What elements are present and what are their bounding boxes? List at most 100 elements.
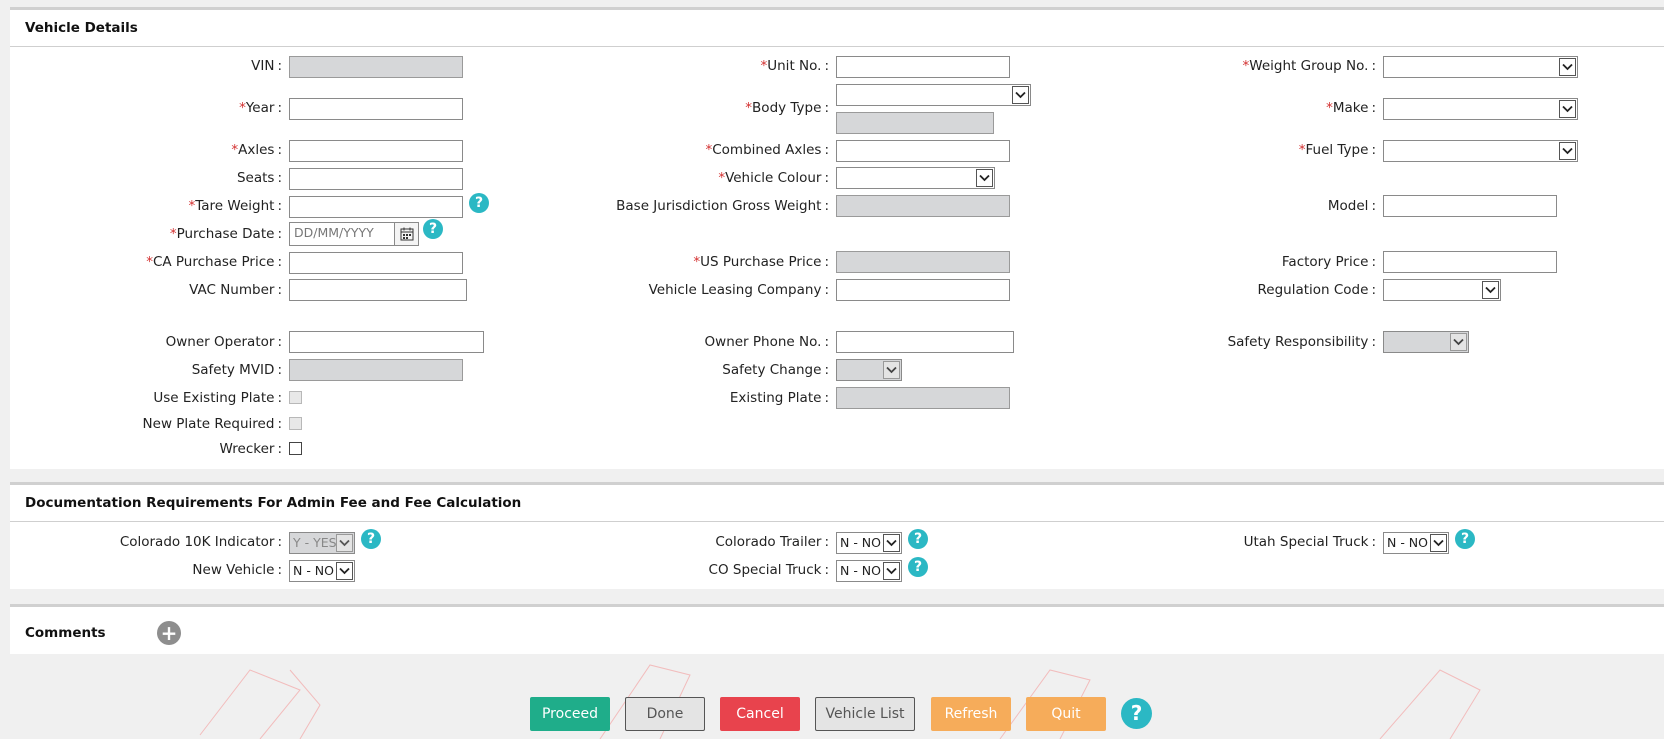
chevron-down-icon	[336, 534, 353, 552]
chevron-down-icon	[336, 562, 353, 580]
calendar-icon[interactable]	[394, 223, 418, 245]
purchase-date-placeholder: DD/MM/YYYY	[294, 225, 374, 240]
vin-label: VIN:	[251, 58, 282, 74]
vehicle-leasing-company-input[interactable]	[836, 279, 1010, 301]
unit-no-label: *Unit No.:	[760, 58, 830, 74]
new-plate-required-checkbox[interactable]	[289, 417, 302, 430]
chevron-down-icon	[1450, 333, 1467, 351]
factory-price-input[interactable]	[1383, 251, 1557, 273]
safety-mvid-label: Safety MVID:	[191, 362, 282, 378]
new-vehicle-value: N - NO	[293, 563, 334, 578]
combined-axles-label: *Combined Axles:	[705, 142, 829, 158]
us-purchase-price-label: *US Purchase Price:	[693, 254, 829, 270]
tare-weight-input[interactable]	[289, 196, 463, 218]
combined-axles-input[interactable]	[836, 140, 1010, 162]
tare-weight-help-icon[interactable]: ?	[469, 193, 489, 213]
chevron-down-icon	[1559, 58, 1576, 76]
factory-price-label: Factory Price:	[1281, 254, 1376, 270]
wrecker-label: Wrecker:	[219, 441, 282, 457]
unit-no-input[interactable]	[836, 56, 1010, 78]
cancel-button[interactable]: Cancel	[720, 697, 800, 731]
existing-plate-input[interactable]	[836, 387, 1010, 409]
proceed-button[interactable]: Proceed	[530, 697, 610, 731]
chevron-down-icon	[1430, 534, 1447, 552]
chevron-down-icon	[883, 562, 900, 580]
add-comment-icon[interactable]: +	[157, 621, 181, 645]
utah-special-truck-value: N - NO	[1387, 535, 1428, 550]
utah-special-truck-help-icon[interactable]: ?	[1455, 529, 1475, 549]
help-icon[interactable]: ?	[1121, 698, 1152, 729]
purchase-date-help-icon[interactable]: ?	[423, 219, 443, 239]
year-label: *Year:	[239, 100, 282, 116]
fuel-type-select[interactable]	[1383, 140, 1578, 162]
owner-phone-no-input[interactable]	[836, 331, 1014, 353]
colorado-10k-indicator-label: Colorado 10K Indicator:	[119, 534, 282, 550]
weight-group-no-select[interactable]	[1383, 56, 1578, 78]
co-special-truck-select[interactable]: N - NO	[836, 560, 902, 582]
quit-button[interactable]: Quit	[1026, 697, 1106, 731]
vehicle-list-button[interactable]: Vehicle List	[815, 697, 915, 731]
co-special-truck-help-icon[interactable]: ?	[908, 557, 928, 577]
vehicle-colour-select[interactable]	[836, 167, 995, 189]
us-purchase-price-input[interactable]	[836, 251, 1010, 273]
refresh-button[interactable]: Refresh	[931, 697, 1011, 731]
documentation-title: Documentation Requirements For Admin Fee…	[25, 495, 522, 511]
use-existing-plate-label: Use Existing Plate:	[153, 390, 282, 406]
colorado-10k-indicator-select[interactable]: Y - YES	[289, 532, 355, 554]
year-input[interactable]	[289, 98, 463, 120]
co-special-truck-label: CO Special Truck:	[708, 562, 829, 578]
model-input[interactable]	[1383, 195, 1557, 217]
use-existing-plate-checkbox[interactable]	[289, 391, 302, 404]
colorado-trailer-label: Colorado Trailer:	[715, 534, 829, 550]
safety-responsibility-label: Safety Responsibility:	[1227, 334, 1376, 350]
seats-input[interactable]	[289, 168, 463, 190]
colorado-10k-help-icon[interactable]: ?	[361, 529, 381, 549]
base-jurisdiction-gross-weight-label: Base Jurisdiction Gross Weight:	[616, 198, 829, 214]
vac-number-input[interactable]	[289, 279, 467, 301]
chevron-down-icon	[976, 169, 993, 187]
axles-input[interactable]	[289, 140, 463, 162]
chevron-down-icon	[1559, 142, 1576, 160]
colorado-trailer-value: N - NO	[840, 535, 881, 550]
documentation-header: Documentation Requirements For Admin Fee…	[10, 485, 1664, 522]
tare-weight-label: *Tare Weight:	[188, 198, 282, 214]
utah-special-truck-select[interactable]: N - NO	[1383, 532, 1449, 554]
done-button[interactable]: Done	[625, 697, 705, 731]
safety-change-label: Safety Change:	[722, 362, 829, 378]
existing-plate-label: Existing Plate:	[729, 390, 829, 406]
regulation-code-select[interactable]	[1383, 279, 1501, 301]
owner-operator-input[interactable]	[289, 331, 484, 353]
purchase-date-label: *Purchase Date:	[169, 226, 282, 242]
purchase-date-input[interactable]: DD/MM/YYYY	[289, 222, 419, 246]
owner-operator-label: Owner Operator:	[165, 334, 282, 350]
colorado-trailer-select[interactable]: N - NO	[836, 532, 902, 554]
make-select[interactable]	[1383, 98, 1578, 120]
ca-purchase-price-input[interactable]	[289, 252, 463, 274]
colorado-trailer-help-icon[interactable]: ?	[908, 529, 928, 549]
owner-phone-no-label: Owner Phone No.:	[704, 334, 829, 350]
vehicle-details-header: Vehicle Details	[10, 10, 1664, 47]
new-vehicle-select[interactable]: N - NO	[289, 560, 355, 582]
body-type-description	[836, 112, 994, 134]
make-label: *Make:	[1326, 100, 1376, 116]
seats-label: Seats:	[236, 170, 282, 186]
chevron-down-icon	[1012, 86, 1029, 104]
chevron-down-icon	[1482, 281, 1499, 299]
body-type-select[interactable]	[836, 84, 1031, 106]
model-label: Model:	[1327, 198, 1376, 214]
vehicle-colour-label: *Vehicle Colour:	[718, 170, 829, 186]
vin-input[interactable]	[289, 56, 463, 78]
chevron-down-icon	[883, 361, 900, 379]
safety-change-select[interactable]	[836, 359, 902, 381]
safety-responsibility-select[interactable]	[1383, 331, 1469, 353]
ca-purchase-price-label: *CA Purchase Price:	[146, 254, 282, 270]
wrecker-checkbox[interactable]	[289, 442, 302, 455]
vehicle-leasing-company-label: Vehicle Leasing Company:	[648, 282, 829, 298]
comments-title: Comments	[25, 625, 106, 641]
weight-group-no-label: *Weight Group No.:	[1242, 58, 1376, 74]
colorado-10k-value: Y - YES	[293, 535, 337, 550]
base-jurisdiction-gross-weight-input[interactable]	[836, 195, 1010, 217]
vehicle-details-title: Vehicle Details	[25, 20, 138, 36]
fuel-type-label: *Fuel Type:	[1298, 142, 1376, 158]
safety-mvid-input[interactable]	[289, 359, 463, 381]
